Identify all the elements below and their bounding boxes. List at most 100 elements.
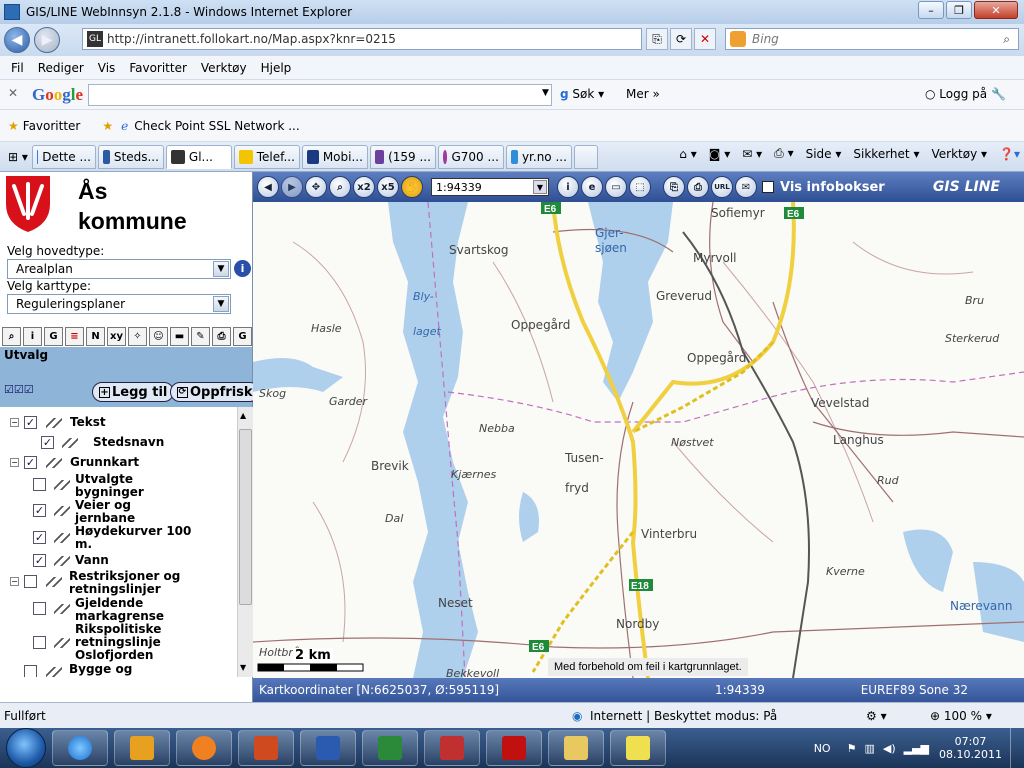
network-icon[interactable]: ▥ <box>864 742 874 755</box>
print-icon[interactable]: ⎙ <box>687 176 709 198</box>
volume-icon[interactable]: ◀) <box>883 742 896 755</box>
home-icon[interactable]: ⌂ ▾ <box>679 147 696 161</box>
layer-checkbox[interactable] <box>24 575 37 588</box>
tab-dette[interactable]: Dette ... <box>31 144 96 169</box>
flag-icon[interactable]: ⚑ <box>847 742 857 755</box>
taskbar-explorer[interactable] <box>548 730 604 766</box>
stop-icon[interactable]: ✕ <box>694 28 716 50</box>
taskbar-word[interactable] <box>300 730 356 766</box>
infobox-checkbox[interactable] <box>762 181 774 193</box>
check-all-icon[interactable]: ☑☑☑ <box>4 383 34 396</box>
menu-favorites[interactable]: Favoritter <box>122 61 194 75</box>
print-tool-icon[interactable]: ⎙ <box>212 327 231 346</box>
g-tool-icon[interactable]: G <box>233 327 252 346</box>
feeds-icon[interactable]: ◙ ▾ <box>709 147 730 161</box>
favorites-button[interactable]: Favoritter <box>23 119 81 133</box>
layer-checkbox[interactable] <box>33 602 46 615</box>
zoom-x5-icon[interactable]: x5 <box>377 176 399 198</box>
help-icon[interactable]: ❓▾ <box>999 147 1020 161</box>
google-login-button[interactable]: ○ Logg på 🔧 <box>925 87 1006 101</box>
info-icon[interactable]: i <box>234 260 251 277</box>
map-back-icon[interactable]: ◀ <box>257 176 279 198</box>
menu-tools[interactable]: Verktøy <box>194 61 254 75</box>
tab-gl-active[interactable]: Gl... <box>165 144 232 169</box>
map-forward-icon[interactable]: ▶ <box>281 176 303 198</box>
url-field[interactable]: GL http://intranett.follokart.no/Map.asp… <box>82 28 642 50</box>
layer-checkbox[interactable]: ✓ <box>33 504 46 517</box>
refresh-layers-button[interactable]: ⟳ Oppfrisk <box>170 382 260 402</box>
menu-view[interactable]: Vis <box>91 61 123 75</box>
collapse-icon[interactable]: − <box>10 458 19 467</box>
layer-tool-icon[interactable]: G <box>44 327 63 346</box>
taskbar-ie[interactable] <box>52 730 108 766</box>
gps-tool-icon[interactable]: ✧ <box>128 327 147 346</box>
people-tool-icon[interactable]: ☺ <box>149 327 168 346</box>
tab-mobi[interactable]: Mobi... <box>301 144 368 169</box>
layer-checkbox[interactable] <box>24 665 37 677</box>
google-search-button[interactable]: g Søk ▾ <box>560 87 604 101</box>
tools-menu[interactable]: Verktøy ▾ <box>931 147 987 161</box>
layer-checkbox[interactable] <box>33 478 46 491</box>
tab-159[interactable]: (159 ... <box>369 144 436 169</box>
tab-yr[interactable]: yr.no ... <box>505 144 572 169</box>
language-indicator[interactable]: NO <box>814 742 831 755</box>
legend-tool-icon[interactable]: ≡ <box>65 327 84 346</box>
taskbar-notes[interactable] <box>610 730 666 766</box>
protected-mode-icon[interactable]: ⚙ ▾ <box>866 709 887 723</box>
info-tool-icon[interactable]: i <box>23 327 42 346</box>
tab-g700[interactable]: G700 ... <box>437 144 504 169</box>
collapse-icon[interactable]: − <box>10 418 19 427</box>
taskbar-media[interactable] <box>176 730 232 766</box>
new-tab-button[interactable] <box>573 144 598 169</box>
hand-icon[interactable]: ✋ <box>401 176 423 198</box>
scrollbar-thumb[interactable] <box>239 429 252 605</box>
signal-icon[interactable]: ▂▄▆ <box>904 742 929 755</box>
mail-icon[interactable]: ✉ <box>735 176 757 198</box>
collapse-icon[interactable]: − <box>10 577 19 586</box>
url-icon[interactable]: URL <box>711 176 733 198</box>
back-button[interactable]: ◀ <box>4 27 30 53</box>
zoom-icon[interactable]: ⌕ <box>329 176 351 198</box>
mail-icon[interactable]: ✉ ▾ <box>742 147 762 161</box>
taskbar-acrobat[interactable] <box>486 730 542 766</box>
add-favorite-icon[interactable]: ★ <box>102 119 113 133</box>
measure-icon[interactable]: ▭ <box>605 176 627 198</box>
copy-icon[interactable]: ⎘ <box>663 176 685 198</box>
select-tool-icon[interactable]: ⌕ <box>2 327 21 346</box>
area-icon[interactable]: ⬚ <box>629 176 651 198</box>
close-button[interactable]: ✕ <box>974 1 1018 19</box>
maximize-button[interactable]: ❐ <box>946 1 972 19</box>
forward-button[interactable]: ▶ <box>34 27 60 53</box>
layer-checkbox[interactable]: ✓ <box>33 554 46 567</box>
taskbar-app[interactable] <box>424 730 480 766</box>
zoom-x2-icon[interactable]: x2 <box>353 176 375 198</box>
taskbar-outlook[interactable] <box>114 730 170 766</box>
tab-steds[interactable]: Steds... <box>97 144 164 169</box>
favorite-link-checkpoint[interactable]: Check Point SSL Network ... <box>134 119 299 133</box>
layer-checkbox[interactable]: ✓ <box>33 531 46 544</box>
taskbar-powerpoint[interactable] <box>238 730 294 766</box>
add-layer-button[interactable]: + Legg til <box>92 382 175 402</box>
info-icon[interactable]: i <box>557 176 579 198</box>
compat-view-icon[interactable]: ⎘ <box>646 28 668 50</box>
scroll-down-icon[interactable]: ▼ <box>240 663 246 672</box>
layer-checkbox[interactable]: ✓ <box>41 436 54 449</box>
search-icon[interactable]: ⌕ <box>1003 32 1010 47</box>
layer-checkbox[interactable]: ✓ <box>24 456 37 469</box>
layer-checkbox[interactable]: ✓ <box>24 416 37 429</box>
layer-checkbox[interactable] <box>33 636 46 649</box>
scroll-up-icon[interactable]: ▲ <box>240 411 246 420</box>
pan-icon[interactable]: ✥ <box>305 176 327 198</box>
show-desktop-button[interactable] <box>1010 728 1024 768</box>
google-more-button[interactable]: Mer » <box>626 87 660 101</box>
layer-tree-scrollbar[interactable]: ▲ ▼ <box>237 407 253 677</box>
clock[interactable]: 07:07 08.10.2011 <box>939 735 1002 761</box>
refresh-icon[interactable]: ⟳ <box>670 28 692 50</box>
map-canvas[interactable]: E6 E6 E18 E6 Sofiemyr Gjer- sjøen Svarts… <box>253 202 1024 678</box>
start-button[interactable] <box>6 728 46 768</box>
menu-edit[interactable]: Rediger <box>31 61 91 75</box>
map-type-select[interactable]: Reguleringsplaner ▼ <box>7 294 231 314</box>
menu-file[interactable]: Fil <box>4 61 31 75</box>
xy-tool-icon[interactable]: xy <box>107 327 126 346</box>
page-menu[interactable]: Side ▾ <box>806 147 842 161</box>
